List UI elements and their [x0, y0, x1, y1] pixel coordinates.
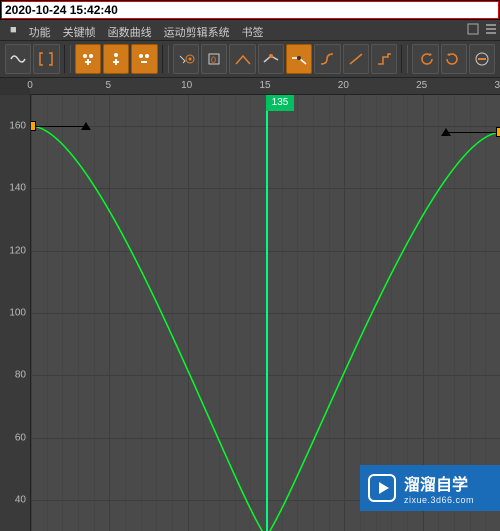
value-tick: 140 [9, 183, 26, 194]
time-tick: 0 [27, 80, 33, 91]
time-tick: 25 [416, 80, 427, 91]
menu-bar: ■ 功能 关键帧 函数曲线 运动剪辑系统 书签 [0, 20, 500, 40]
menu-bookmark[interactable]: 书签 [236, 20, 270, 40]
menu-motion-clip[interactable]: 运动剪辑系统 [158, 20, 236, 40]
bracket-fit-icon[interactable] [33, 44, 59, 74]
value-ruler[interactable]: 160 140 120 100 80 60 40 [0, 95, 31, 531]
menu-icon[interactable] [482, 20, 500, 38]
ease-in-btn[interactable] [173, 44, 199, 74]
time-tick: 10 [181, 80, 192, 91]
menu-keyframe[interactable]: 关键帧 [57, 20, 102, 40]
tangent-auto-btn[interactable] [229, 44, 255, 74]
watermark: 溜溜自学 zixue.3d66.com [360, 465, 500, 511]
maximize-icon[interactable] [464, 20, 482, 38]
time-tick: 15 [259, 80, 270, 91]
tangent-handle-end[interactable] [81, 122, 91, 130]
curve-ease-btn[interactable] [314, 44, 340, 74]
time-tick: 5 [106, 80, 112, 91]
key-add2-btn[interactable] [103, 44, 129, 74]
watermark-main: 溜溜自学 [404, 471, 474, 495]
toolbar: 0 [0, 40, 500, 78]
value-tick: 80 [15, 370, 26, 381]
remove-over-btn[interactable] [469, 44, 495, 74]
watermark-sub: zixue.3d66.com [404, 495, 474, 505]
time-tick: 30 [494, 80, 500, 91]
tangent-handle-line[interactable] [31, 126, 86, 127]
plot-area-wrap: 160 140 120 100 80 60 40 135 溜溜自学 zixue.3d66.c… [0, 95, 500, 531]
cycle-before-btn[interactable] [412, 44, 438, 74]
curve-step-btn[interactable] [371, 44, 397, 74]
value-tick: 100 [9, 308, 26, 319]
tangent-handle-end[interactable] [441, 128, 451, 136]
keyframe[interactable] [31, 121, 36, 131]
cycle-after-btn[interactable] [441, 44, 467, 74]
value-tick: 60 [15, 432, 26, 443]
time-tick: 20 [338, 80, 349, 91]
time-ruler[interactable]: 0 5 10 15 20 25 30 [30, 78, 500, 95]
menu-function[interactable]: 功能 [23, 20, 57, 40]
ease-zero-btn[interactable]: 0 [201, 44, 227, 74]
tangent-break-btn[interactable] [286, 44, 312, 74]
play-logo-icon [364, 470, 400, 506]
divider [64, 45, 71, 73]
timestamp-bar: 2020-10-24 15:42:40 [1, 1, 499, 19]
tangent-user-btn[interactable] [258, 44, 284, 74]
svg-text:0: 0 [211, 55, 216, 65]
divider [162, 45, 169, 73]
menu-fcurve[interactable]: 函数曲线 [102, 20, 158, 40]
keyframe[interactable] [496, 127, 500, 137]
curve-canvas[interactable]: 135 溜溜自学 zixue.3d66.com [31, 95, 500, 531]
waveform-icon[interactable] [5, 44, 31, 74]
key-add-btn[interactable] [75, 44, 101, 74]
value-tick: 160 [9, 121, 26, 132]
fcurve-editor: ■ 功能 关键帧 函数曲线 运动剪辑系统 书签 0 0 5 10 15 20 25 30 1… [0, 20, 500, 528]
value-tick: 40 [15, 494, 26, 505]
tangent-handle-line[interactable] [446, 132, 500, 133]
divider [401, 45, 408, 73]
value-tick: 120 [9, 245, 26, 256]
curve-linear-btn[interactable] [343, 44, 369, 74]
menu-placeholder[interactable]: ■ [4, 20, 23, 40]
key-remove-btn[interactable] [131, 44, 157, 74]
